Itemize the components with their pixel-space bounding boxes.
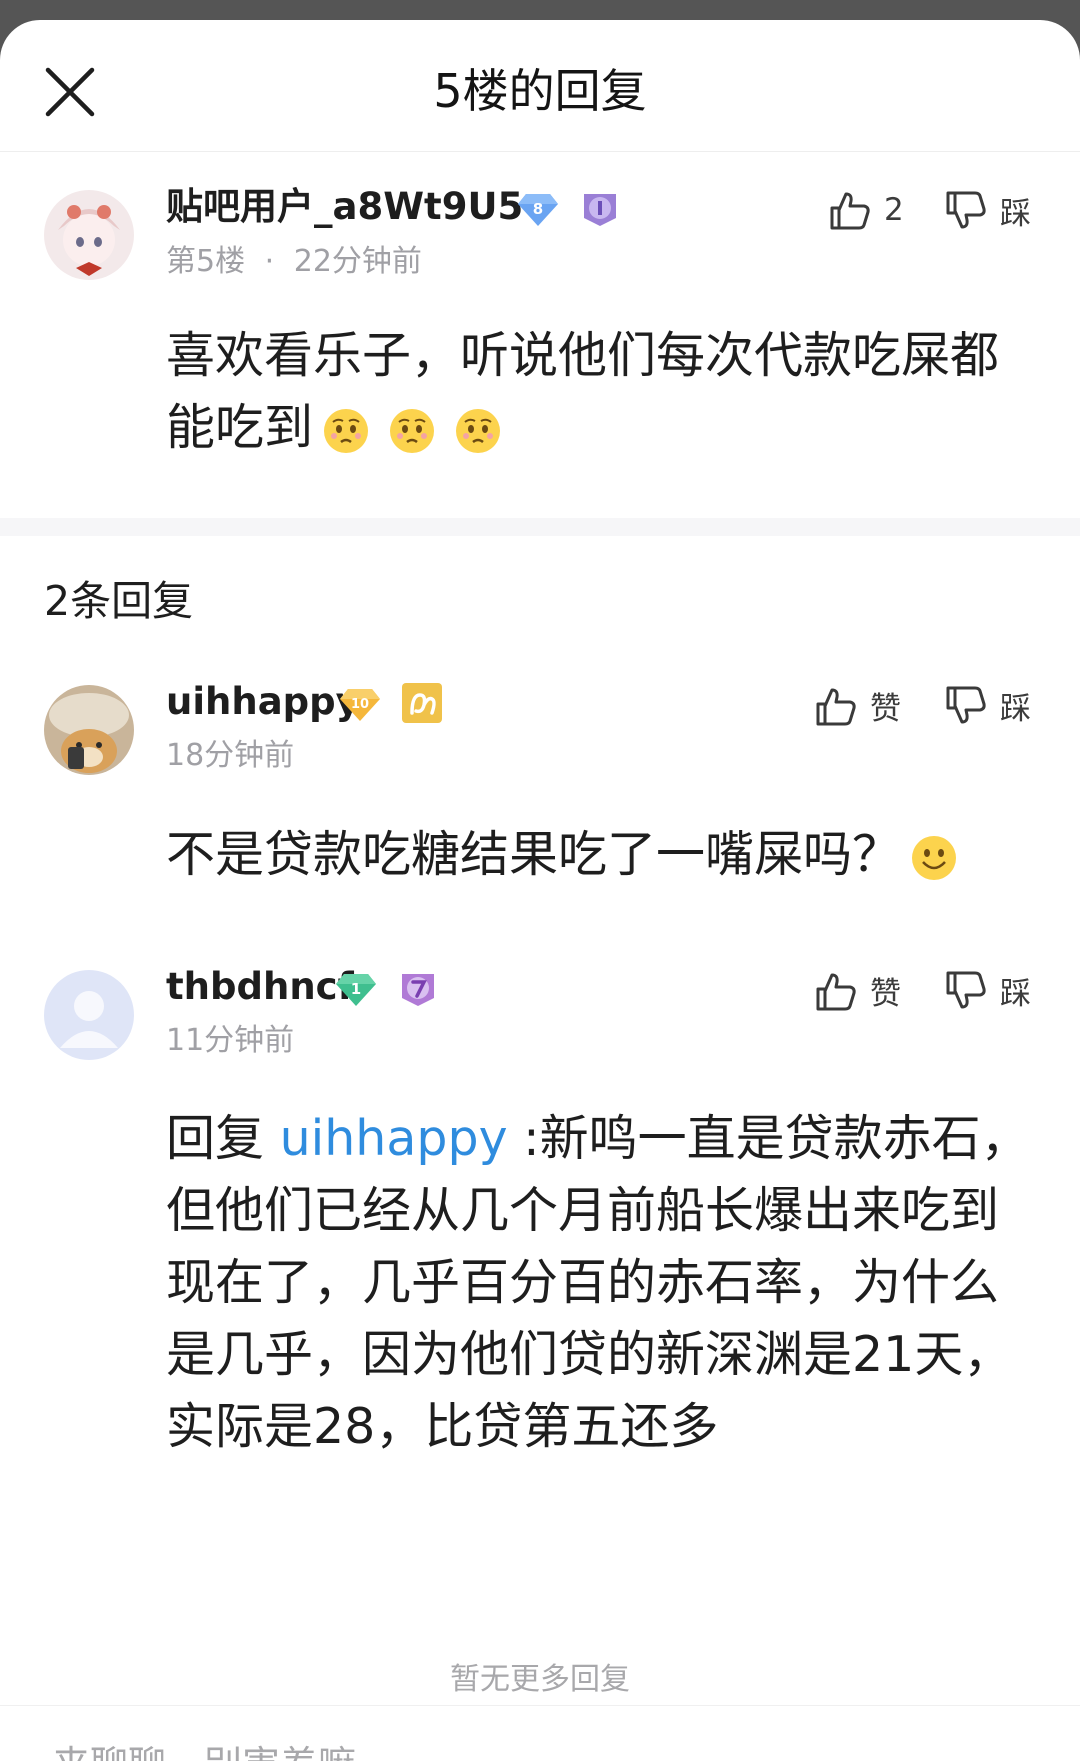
post-content: 喜欢看乐子，听说他们每次代款吃屎都能吃到 — [166, 320, 1042, 464]
thumbs-up-icon — [830, 192, 870, 230]
post-time: 18分钟前 — [166, 738, 295, 773]
diamond-badge-icon: 8 — [518, 188, 558, 228]
username[interactable]: thbdhncf — [166, 962, 354, 1012]
no-more-replies: 暂无更多回复 — [450, 1662, 630, 1697]
worried-face-emoji-icon — [324, 408, 369, 453]
avatar[interactable] — [44, 685, 134, 775]
dislike-button[interactable]: 踩 — [944, 188, 1031, 233]
like-button[interactable]: 2 — [828, 188, 904, 232]
thumbs-down-icon — [946, 971, 986, 1008]
thumbs-up-icon — [816, 688, 856, 725]
thumbs-down-icon — [946, 191, 986, 228]
reply-prefix: 回复 — [166, 1110, 280, 1167]
dislike-label: 踩 — [1000, 691, 1031, 727]
like-label: 赞 — [870, 691, 901, 727]
reply-input-placeholder[interactable]: 来聊聊，别害羞嘛~ — [52, 1734, 388, 1761]
diamond-badge-icon: 1 — [336, 968, 376, 1008]
mention-link[interactable]: uihhappy — [280, 1110, 508, 1167]
post-time: 22分钟前 — [293, 244, 422, 279]
sheet-header: 5楼的回复 — [0, 20, 1080, 152]
reply-content: 不是贷款吃糖结果吃了一嘴屎吗？ — [166, 819, 1056, 891]
page-title: 5楼的回复 — [433, 64, 647, 118]
worried-face-emoji-icon — [456, 408, 501, 453]
like-button[interactable]: 赞 — [814, 683, 901, 728]
level-number: 8 — [533, 200, 543, 218]
thumbs-down-icon — [946, 686, 986, 723]
avatar[interactable] — [44, 970, 134, 1060]
reply-text: 不是贷款吃糖结果吃了一嘴屎吗？ — [166, 826, 902, 883]
section-divider — [0, 518, 1080, 536]
member-badge-icon — [580, 188, 620, 228]
worried-face-emoji-icon — [390, 408, 435, 453]
dislike-button[interactable]: 踩 — [944, 968, 1031, 1013]
diamond-badge-icon: 10 — [340, 683, 380, 723]
username[interactable]: 贴吧用户_a8Wt9U5 — [166, 182, 523, 232]
dislike-label: 踩 — [1000, 196, 1031, 232]
post-time: 11分钟前 — [166, 1023, 295, 1058]
post-text: 喜欢看乐子，听说他们每次代款吃屎都能吃到 — [166, 327, 1000, 456]
reply-input-bar[interactable]: 来聊聊，别害羞嘛~ — [0, 1705, 1080, 1761]
avatar[interactable] — [44, 190, 134, 280]
level-number: 1 — [351, 980, 361, 998]
username[interactable]: uihhappy — [166, 677, 360, 727]
level-number: 10 — [351, 697, 369, 712]
reply-content: 回复 uihhappy :新鸣一直是贷款赤石，但他们已经从几个月前船长爆出来吃到… — [166, 1103, 1046, 1463]
member-badge-icon — [402, 683, 442, 723]
replies-count: 2条回复 — [44, 577, 194, 625]
meta-separator: · — [264, 244, 275, 279]
dislike-button[interactable]: 踩 — [944, 683, 1031, 728]
post-meta: 第5楼 · 22分钟前 — [166, 242, 422, 282]
like-count: 2 — [884, 192, 904, 228]
smile-emoji-icon — [912, 835, 957, 880]
like-label: 赞 — [870, 976, 901, 1012]
dislike-label: 踩 — [1000, 976, 1031, 1012]
floor-number: 第5楼 — [166, 244, 246, 279]
reply-sheet: 5楼的回复 贴吧用户_a8Wt9U5 8 第5楼 · 22分钟前 2 踩 喜欢看… — [0, 20, 1080, 1761]
thumbs-up-icon — [816, 973, 856, 1010]
like-button[interactable]: 赞 — [814, 968, 901, 1013]
member-badge-icon — [398, 968, 438, 1008]
